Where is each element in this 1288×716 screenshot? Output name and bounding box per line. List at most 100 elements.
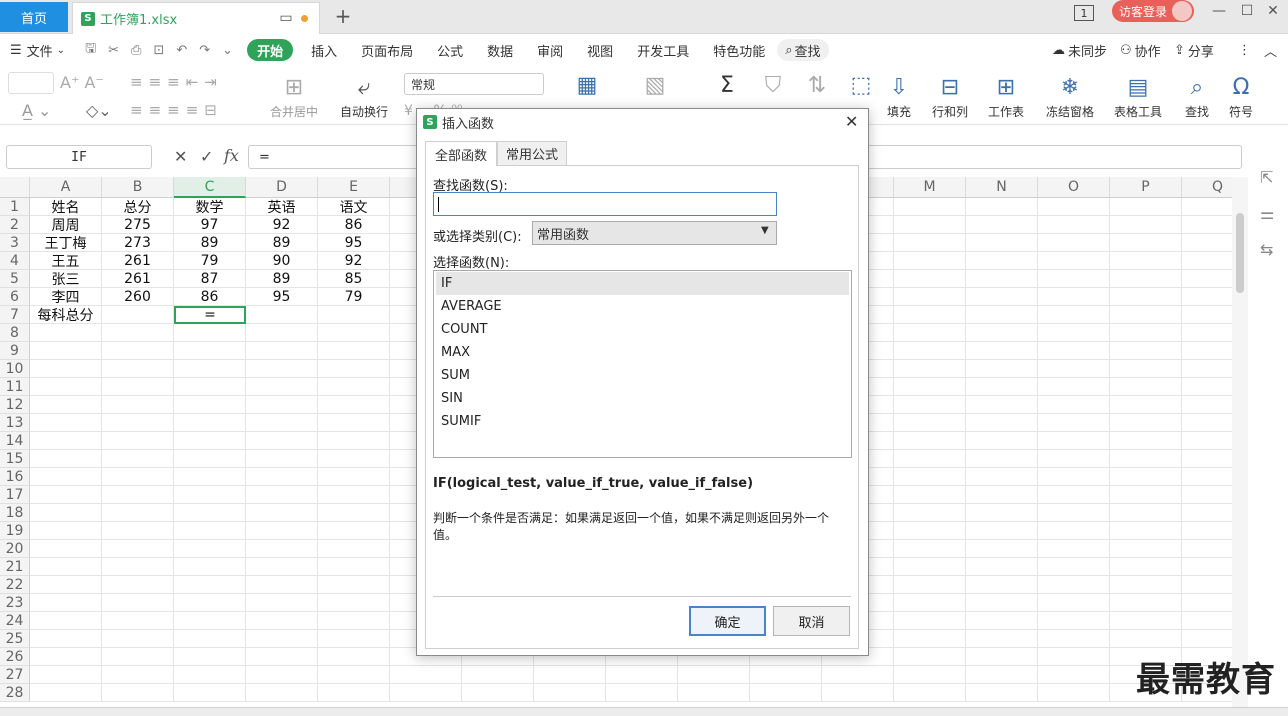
grid-cell[interactable] xyxy=(1038,666,1110,684)
grid-cell[interactable] xyxy=(30,450,102,468)
menu-review[interactable]: 审阅 xyxy=(525,35,575,65)
grid-cell[interactable] xyxy=(462,684,534,702)
grid-cell[interactable] xyxy=(894,432,966,450)
grid-cell[interactable] xyxy=(102,540,174,558)
grid-cell[interactable] xyxy=(174,396,246,414)
grid-cell[interactable] xyxy=(102,468,174,486)
grid-cell[interactable] xyxy=(1038,198,1110,216)
search-function-input[interactable] xyxy=(433,192,777,216)
grid-cell[interactable] xyxy=(966,594,1038,612)
grid-cell[interactable] xyxy=(1110,558,1182,576)
grid-cell[interactable] xyxy=(894,576,966,594)
grid-cell[interactable] xyxy=(318,630,390,648)
guest-login-button[interactable]: 访客登录 xyxy=(1112,0,1194,22)
grid-cell[interactable] xyxy=(246,558,318,576)
grid-cell[interactable] xyxy=(30,432,102,450)
grid-cell[interactable] xyxy=(318,396,390,414)
font-color-icon[interactable]: A̲ ⌄ xyxy=(22,101,51,120)
grid-cell[interactable]: 王丁梅 xyxy=(30,234,102,252)
grid-cell[interactable] xyxy=(822,666,894,684)
grid-cell[interactable] xyxy=(1038,684,1110,702)
grid-cell[interactable] xyxy=(1038,576,1110,594)
grid-cell[interactable] xyxy=(894,252,966,270)
grid-cell[interactable] xyxy=(246,630,318,648)
grid-cell[interactable] xyxy=(894,270,966,288)
grid-cell[interactable] xyxy=(102,324,174,342)
row-header[interactable]: 10 xyxy=(0,360,30,378)
grid-cell[interactable] xyxy=(966,450,1038,468)
grid-cell[interactable] xyxy=(174,414,246,432)
grid-cell[interactable] xyxy=(174,522,246,540)
grid-cell[interactable] xyxy=(102,612,174,630)
menu-data[interactable]: 数据 xyxy=(475,35,525,65)
grid-cell[interactable] xyxy=(246,540,318,558)
grid-cell[interactable] xyxy=(1110,612,1182,630)
grid-cell[interactable] xyxy=(102,630,174,648)
monitor-icon[interactable]: ▭ xyxy=(277,9,295,27)
grid-cell[interactable] xyxy=(30,360,102,378)
grid-cell[interactable]: 97 xyxy=(174,216,246,234)
grid-cell[interactable] xyxy=(318,558,390,576)
align-horizontal-icons[interactable]: ≡≡≡≡⊟ xyxy=(130,101,223,119)
grid-cell[interactable] xyxy=(1038,648,1110,666)
grid-cell[interactable] xyxy=(174,486,246,504)
row-header[interactable]: 7 xyxy=(0,306,30,324)
grid-cell[interactable]: 英语 xyxy=(246,198,318,216)
grid-cell[interactable] xyxy=(1038,468,1110,486)
grid-cell[interactable] xyxy=(30,630,102,648)
grid-cell[interactable]: 语文 xyxy=(318,198,390,216)
row-header[interactable]: 18 xyxy=(0,504,30,522)
grid-cell[interactable] xyxy=(966,306,1038,324)
row-header[interactable]: 15 xyxy=(0,450,30,468)
grid-cell[interactable] xyxy=(1110,486,1182,504)
grid-cell[interactable] xyxy=(894,288,966,306)
row-header[interactable]: 9 xyxy=(0,342,30,360)
grid-cell[interactable]: 总分 xyxy=(102,198,174,216)
grid-cell[interactable] xyxy=(174,630,246,648)
grid-cell[interactable] xyxy=(318,432,390,450)
confirm-formula-icon[interactable]: ✓ xyxy=(200,147,213,166)
grid-cell[interactable] xyxy=(30,486,102,504)
grid-cell[interactable] xyxy=(1038,486,1110,504)
grid-cell[interactable] xyxy=(1182,378,1232,396)
grid-cell[interactable] xyxy=(1110,450,1182,468)
grid-cell[interactable] xyxy=(894,630,966,648)
grid-cell[interactable] xyxy=(966,342,1038,360)
grid-cell[interactable] xyxy=(894,450,966,468)
grid-cell[interactable] xyxy=(1182,198,1232,216)
grid-cell[interactable] xyxy=(1110,414,1182,432)
new-tab-icon[interactable]: + xyxy=(334,4,352,28)
grid-cell[interactable] xyxy=(318,378,390,396)
grid-cell[interactable] xyxy=(102,342,174,360)
grid-cell[interactable] xyxy=(1110,594,1182,612)
grid-cell[interactable] xyxy=(318,648,390,666)
function-item-sumif[interactable]: SUMIF xyxy=(436,410,849,433)
grid-cell[interactable] xyxy=(30,558,102,576)
grid-cell[interactable]: 85 xyxy=(318,270,390,288)
grid-cell[interactable] xyxy=(534,666,606,684)
grid-cell[interactable] xyxy=(966,576,1038,594)
dialog-close-icon[interactable]: ✕ xyxy=(845,112,858,131)
grid-cell[interactable] xyxy=(894,648,966,666)
grid-cell[interactable] xyxy=(174,378,246,396)
grid-cell[interactable] xyxy=(1038,324,1110,342)
grid-cell[interactable] xyxy=(894,378,966,396)
function-item-count[interactable]: COUNT xyxy=(436,318,849,341)
grid-cell[interactable] xyxy=(30,576,102,594)
redo-icon[interactable]: ↷ xyxy=(199,43,210,58)
grid-cell[interactable] xyxy=(318,576,390,594)
grid-cell[interactable] xyxy=(1038,252,1110,270)
sort-icon[interactable]: ⇅ xyxy=(802,71,832,99)
grid-cell[interactable] xyxy=(966,666,1038,684)
grid-cell[interactable]: 姓名 xyxy=(30,198,102,216)
grid-cell[interactable] xyxy=(1110,396,1182,414)
grid-cell[interactable] xyxy=(1182,594,1232,612)
grid-cell[interactable] xyxy=(174,666,246,684)
grid-cell[interactable] xyxy=(1038,306,1110,324)
select-all-corner[interactable] xyxy=(0,177,30,198)
row-header[interactable]: 26 xyxy=(0,648,30,666)
menu-formula[interactable]: 公式 xyxy=(425,35,475,65)
grid-cell[interactable] xyxy=(318,612,390,630)
grid-cell[interactable] xyxy=(1110,432,1182,450)
grid-cell[interactable] xyxy=(30,324,102,342)
